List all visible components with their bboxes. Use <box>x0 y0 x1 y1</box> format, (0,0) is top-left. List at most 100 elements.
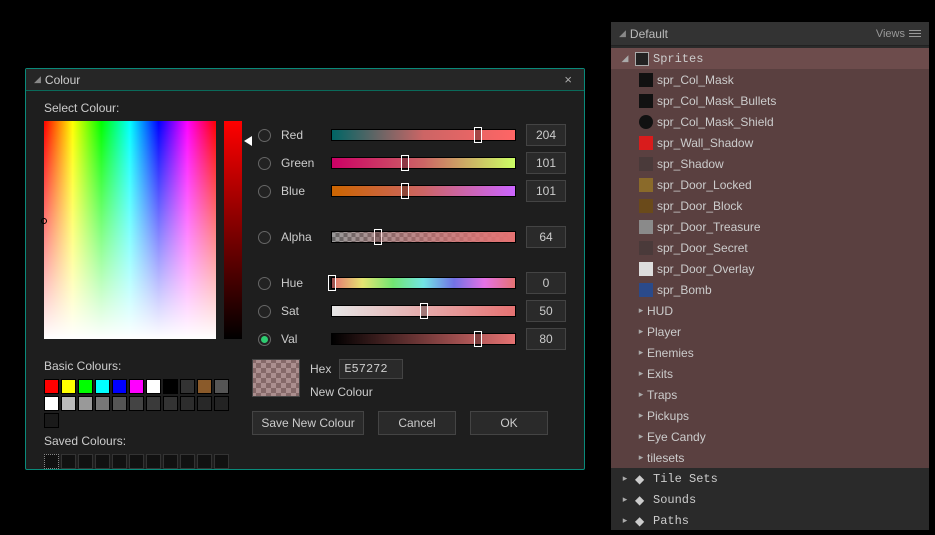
slider-thumb[interactable] <box>401 155 409 171</box>
ok-button[interactable]: OK <box>470 411 548 435</box>
saved-swatch[interactable] <box>180 454 195 469</box>
tree-item-sprite[interactable]: spr_Door_Overlay <box>611 258 929 279</box>
tree-root[interactable]: ▸◆Sounds <box>611 489 929 510</box>
radio-green[interactable] <box>258 157 271 170</box>
save-new-colour-button[interactable]: Save New Colour <box>252 411 364 435</box>
saved-swatch[interactable] <box>146 454 161 469</box>
tree-item-sprite[interactable]: spr_Door_Treasure <box>611 216 929 237</box>
slider-blue[interactable] <box>331 185 516 197</box>
views-menu[interactable]: Views <box>876 28 921 40</box>
tree-item-sprite[interactable]: spr_Door_Secret <box>611 237 929 258</box>
saved-swatch[interactable] <box>78 454 93 469</box>
dialog-titlebar[interactable]: ◢ Colour × <box>26 69 584 91</box>
radio-val[interactable] <box>258 333 271 346</box>
colour-swatch[interactable] <box>78 396 93 411</box>
saved-swatch[interactable] <box>44 454 59 469</box>
channel-label: Sat <box>281 304 321 318</box>
colour-swatch[interactable] <box>214 379 229 394</box>
saved-swatch[interactable] <box>112 454 127 469</box>
saved-swatch[interactable] <box>61 454 76 469</box>
value-input-hue[interactable] <box>526 272 566 294</box>
close-icon[interactable]: × <box>560 72 576 87</box>
slider-thumb[interactable] <box>328 275 336 291</box>
colour-swatch[interactable] <box>61 379 76 394</box>
spectrum-crosshair[interactable] <box>41 218 47 224</box>
value-marker[interactable] <box>244 136 252 146</box>
value-input-green[interactable] <box>526 152 566 174</box>
colour-swatch[interactable] <box>95 396 110 411</box>
colour-swatch[interactable] <box>129 396 144 411</box>
saved-swatch[interactable] <box>95 454 110 469</box>
saved-swatch[interactable] <box>214 454 229 469</box>
tree-folder[interactable]: ▸HUD <box>611 300 929 321</box>
slider-red[interactable] <box>331 129 516 141</box>
tree-item-sprite[interactable]: spr_Col_Mask_Shield <box>611 111 929 132</box>
tree-item-sprite[interactable]: spr_Wall_Shadow <box>611 132 929 153</box>
hex-input[interactable] <box>339 359 403 379</box>
radio-alpha[interactable] <box>258 231 271 244</box>
colour-swatch[interactable] <box>44 413 59 428</box>
colour-swatch[interactable] <box>44 396 59 411</box>
tree-folder[interactable]: ▸Enemies <box>611 342 929 363</box>
value-input-blue[interactable] <box>526 180 566 202</box>
tree-item-sprite[interactable]: spr_Door_Block <box>611 195 929 216</box>
slider-thumb[interactable] <box>474 127 482 143</box>
saved-swatch[interactable] <box>129 454 144 469</box>
colour-swatch[interactable] <box>129 379 144 394</box>
slider-thumb[interactable] <box>401 183 409 199</box>
colour-swatch[interactable] <box>197 379 212 394</box>
colour-swatch[interactable] <box>146 396 161 411</box>
tree-item-sprite[interactable]: spr_Door_Locked <box>611 174 929 195</box>
colour-swatch[interactable] <box>112 396 127 411</box>
tree-item-sprite[interactable]: spr_Shadow <box>611 153 929 174</box>
tree-item-sprite[interactable]: spr_Bomb <box>611 279 929 300</box>
tree-folder[interactable]: ▸tilesets <box>611 447 929 468</box>
collapse-icon[interactable]: ◢ <box>619 28 626 39</box>
slider-alpha[interactable] <box>331 231 516 243</box>
colour-swatch[interactable] <box>180 379 195 394</box>
slider-thumb[interactable] <box>420 303 428 319</box>
channel-row-blue: Blue <box>258 177 566 205</box>
colour-spectrum[interactable] <box>44 121 216 339</box>
slider-thumb[interactable] <box>374 229 382 245</box>
colour-swatch[interactable] <box>61 396 76 411</box>
tree-folder[interactable]: ▸Pickups <box>611 405 929 426</box>
tree-label: Player <box>647 325 681 339</box>
tree-folder[interactable]: ▸Player <box>611 321 929 342</box>
saved-swatch[interactable] <box>197 454 212 469</box>
colour-swatch[interactable] <box>163 396 178 411</box>
tree-root[interactable]: ▸◆Tile Sets <box>611 468 929 489</box>
tree-root[interactable]: ▸◆Paths <box>611 510 929 531</box>
colour-swatch[interactable] <box>146 379 161 394</box>
colour-swatch[interactable] <box>214 396 229 411</box>
tree-root-sprites[interactable]: ◢ Sprites <box>611 48 929 69</box>
radio-red[interactable] <box>258 129 271 142</box>
value-input-alpha[interactable] <box>526 226 566 248</box>
colour-swatch[interactable] <box>163 379 178 394</box>
tree-folder[interactable]: ▸Exits <box>611 363 929 384</box>
tree-item-sprite[interactable]: spr_Col_Mask <box>611 69 929 90</box>
radio-hue[interactable] <box>258 277 271 290</box>
tree-folder[interactable]: ▸Eye Candy <box>611 426 929 447</box>
colour-swatch[interactable] <box>197 396 212 411</box>
value-input-red[interactable] <box>526 124 566 146</box>
colour-swatch[interactable] <box>78 379 93 394</box>
tree-folder[interactable]: ▸Traps <box>611 384 929 405</box>
saved-swatch[interactable] <box>163 454 178 469</box>
value-bar[interactable] <box>224 121 242 339</box>
value-input-val[interactable] <box>526 328 566 350</box>
colour-swatch[interactable] <box>180 396 195 411</box>
colour-swatch[interactable] <box>112 379 127 394</box>
radio-blue[interactable] <box>258 185 271 198</box>
slider-hue[interactable] <box>331 277 516 289</box>
value-input-sat[interactable] <box>526 300 566 322</box>
radio-sat[interactable] <box>258 305 271 318</box>
slider-green[interactable] <box>331 157 516 169</box>
slider-sat[interactable] <box>331 305 516 317</box>
slider-val[interactable] <box>331 333 516 345</box>
slider-thumb[interactable] <box>474 331 482 347</box>
tree-item-sprite[interactable]: spr_Col_Mask_Bullets <box>611 90 929 111</box>
cancel-button[interactable]: Cancel <box>378 411 456 435</box>
colour-swatch[interactable] <box>44 379 59 394</box>
colour-swatch[interactable] <box>95 379 110 394</box>
